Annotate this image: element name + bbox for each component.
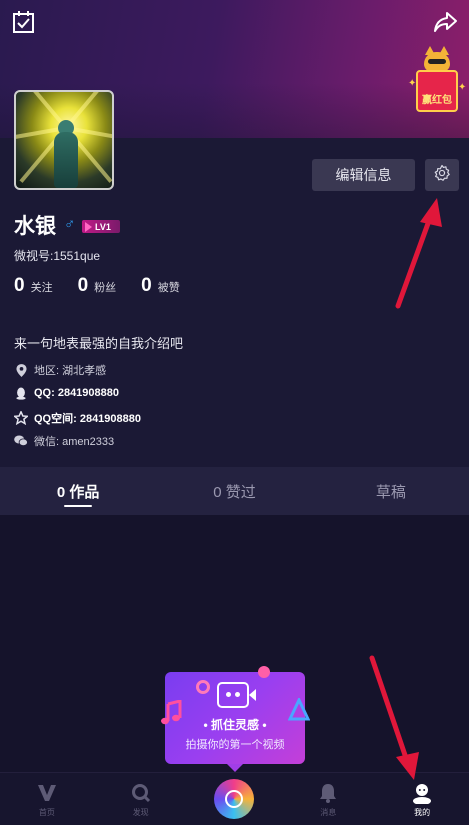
- tab-drafts[interactable]: 草稿: [313, 467, 469, 515]
- create-first-video-prompt[interactable]: • 抓住灵感 • 拍摄你的第一个视频: [165, 672, 305, 772]
- cat-mascot-icon: [424, 46, 450, 72]
- info-location: 地区: 湖北孝感: [14, 362, 106, 378]
- nav-label: 首页: [38, 807, 55, 817]
- stat-label: 粉丝: [94, 282, 117, 294]
- sparkle-icon: ✦: [458, 82, 467, 93]
- stat-value: 0: [14, 275, 25, 296]
- level-label: LV1: [95, 221, 111, 232]
- arrow-to-profile-tab: [369, 655, 419, 780]
- qq-text: QQ: 2841908880: [34, 387, 120, 399]
- stat-followers[interactable]: 0 粉丝: [78, 275, 117, 297]
- triangle-deco-icon: [288, 698, 310, 721]
- checklist-icon[interactable]: [10, 8, 38, 36]
- qzone-star-icon: [14, 411, 28, 425]
- cta-title: • 抓住灵感 •: [203, 718, 267, 732]
- info-qq: QQ: 2841908880: [14, 386, 119, 400]
- stat-label: 关注: [30, 282, 53, 294]
- tab-works[interactable]: 0 作品: [0, 467, 156, 515]
- nav-record[interactable]: [188, 773, 282, 825]
- profile-icon: [411, 781, 433, 805]
- nav-profile[interactable]: 我的: [375, 773, 469, 825]
- settings-button[interactable]: [425, 159, 459, 191]
- location-text: 地区: 湖北孝感: [34, 365, 107, 377]
- bell-icon: [319, 781, 337, 805]
- gear-icon: [433, 164, 451, 187]
- edit-profile-button[interactable]: 编辑信息: [312, 159, 415, 191]
- qq-penguin-icon: [14, 386, 28, 400]
- v-logo-icon: [37, 781, 57, 805]
- male-gender-icon: ♂: [64, 216, 76, 233]
- username: 水银: [14, 215, 56, 238]
- music-note-icon: [161, 700, 182, 725]
- bottom-navigation: 首页 发现 消息 我的: [0, 772, 469, 825]
- avatar[interactable]: [14, 90, 114, 190]
- stat-value: 0: [77, 275, 89, 296]
- stat-likes[interactable]: 0 被赞: [141, 275, 180, 297]
- nav-label: 消息: [320, 807, 337, 817]
- red-envelope-icon: 赢红包: [416, 70, 458, 112]
- qzone-text: QQ空间: 2841908880: [34, 413, 142, 425]
- level-badge[interactable]: LV1: [82, 220, 120, 233]
- cta-subtitle: 拍摄你的第一个视频: [185, 739, 285, 751]
- wechat-text: 微信: amen2333: [34, 436, 115, 448]
- nav-label: 发现: [132, 807, 149, 817]
- ring-deco: [196, 680, 210, 694]
- dot-deco: [258, 666, 270, 678]
- nav-home[interactable]: 首页: [0, 773, 94, 825]
- nav-discover[interactable]: 发现: [94, 773, 188, 825]
- info-qzone: QQ空间: 2841908880: [14, 410, 141, 426]
- play-icon: [85, 221, 92, 232]
- camera-record-icon: [214, 779, 255, 819]
- stat-label: 被赞: [157, 282, 180, 294]
- video-camera-icon: [217, 682, 256, 708]
- stat-following[interactable]: 0 关注: [14, 275, 53, 297]
- tab-liked[interactable]: 0 赞过: [156, 467, 312, 515]
- wechat-icon: [14, 434, 28, 448]
- bio-text[interactable]: 来一句地表最强的自我介绍吧: [14, 333, 183, 352]
- content-tabs: 0 作品 0 赞过 草稿: [0, 467, 469, 515]
- info-wechat: 微信: amen2333: [14, 433, 114, 449]
- share-icon[interactable]: [432, 8, 460, 36]
- sparkle-icon: ✦: [408, 78, 417, 89]
- location-pin-icon: [14, 363, 28, 377]
- nav-messages[interactable]: 消息: [281, 773, 375, 825]
- profile-stats: 0 关注 0 粉丝 0 被赞: [14, 275, 205, 297]
- weishi-id: 微视号:1551que: [14, 249, 101, 263]
- nav-label: 我的: [414, 807, 431, 817]
- search-icon: [131, 781, 151, 805]
- stat-value: 0: [141, 275, 152, 296]
- red-packet-label: 赢红包: [422, 95, 452, 106]
- red-packet-button[interactable]: 赢红包 ✦ ✦: [408, 46, 467, 114]
